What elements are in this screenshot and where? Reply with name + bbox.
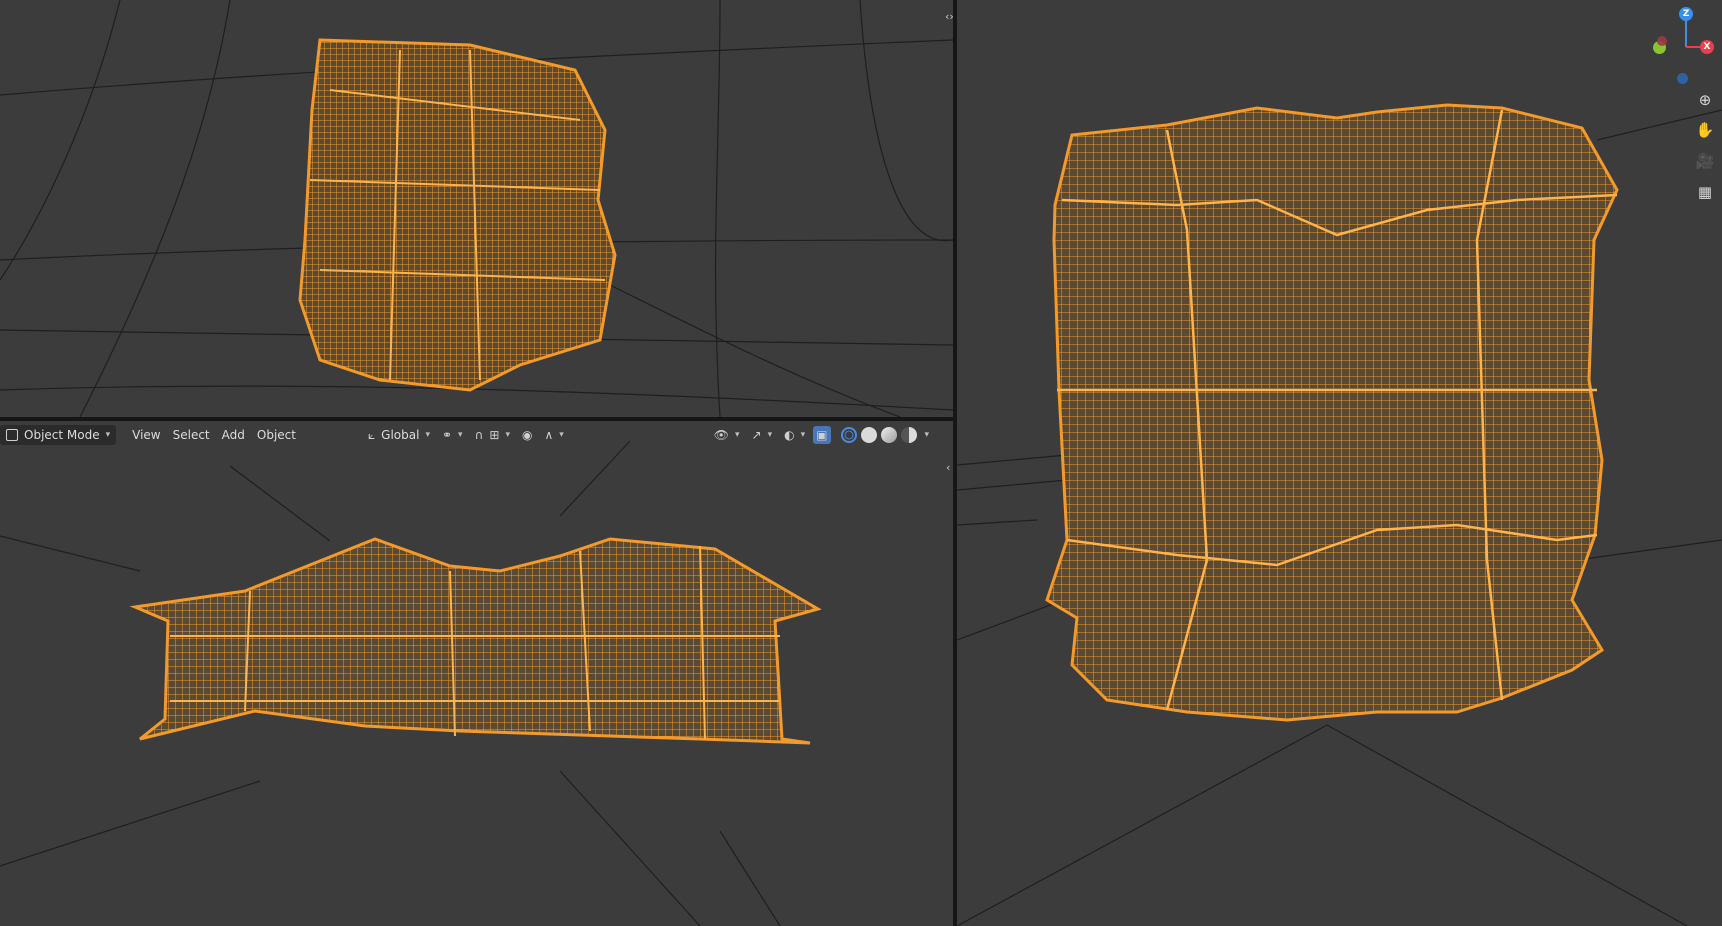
wireframe-object-top — [298, 38, 617, 392]
mode-label: Object Mode — [24, 428, 100, 442]
proportional-edit-icon: ◉ — [521, 428, 533, 442]
eye-visibility-icon: 👁 — [713, 428, 730, 442]
gizmo-axis-neg-x[interactable] — [1657, 36, 1667, 46]
chevron-down-icon: ▾ — [767, 430, 773, 440]
camera-view-icon[interactable]: 🎥 — [1693, 149, 1717, 173]
viewport-bottom-left[interactable]: Object Mode ▾ View Select Add Object ⟀ G… — [0, 421, 953, 926]
viewport-bottom-left-scene — [0, 440, 822, 926]
viewport-top-left[interactable]: ‹› — [0, 0, 953, 417]
object-mode-icon — [6, 429, 18, 441]
orientation-label: Global — [381, 428, 420, 442]
visibility-dropdown[interactable]: 👁 ▾ — [708, 425, 746, 445]
transform-orientation-dropdown[interactable]: ⟀ Global ▾ — [362, 425, 436, 445]
chevron-down-icon: ▾ — [735, 430, 740, 440]
chevron-down-icon: ▾ — [458, 430, 463, 440]
perspective-grid-icon[interactable]: ▦ — [1693, 180, 1717, 204]
overlay-icon: ◐ — [784, 428, 795, 442]
wireframe-object-bottom — [129, 537, 822, 745]
area-collapse-icon[interactable]: ‹› — [945, 10, 953, 23]
pivot-point-dropdown[interactable]: ⚭ ▾ — [436, 425, 469, 445]
viewport-top-left-scene — [0, 0, 953, 417]
snap-increment-icon: ⊞ — [489, 428, 500, 442]
viewport-header: Object Mode ▾ View Select Add Object ⟀ G… — [0, 421, 953, 449]
mode-selector[interactable]: Object Mode ▾ — [0, 425, 117, 445]
gizmo-toggle-icon: ↗ — [751, 428, 762, 442]
menu-object[interactable]: Object — [251, 425, 302, 445]
shading-modes: ▾ — [839, 427, 930, 443]
wireframe-object-right — [1045, 103, 1619, 722]
orientation-axes-icon: ⟀ — [367, 427, 376, 442]
gizmo-axis-neg-z[interactable] — [1677, 73, 1688, 84]
shading-rendered-button[interactable] — [900, 427, 917, 443]
chevron-down-icon: ▾ — [105, 430, 111, 440]
falloff-curve-icon: ∧ — [544, 428, 554, 442]
shading-wireframe-button[interactable] — [840, 427, 857, 443]
shading-material-button[interactable] — [880, 427, 897, 443]
menu-select[interactable]: Select — [167, 425, 216, 445]
xray-toggle[interactable]: ▣ — [811, 425, 832, 445]
snap-toggle[interactable]: ∩ ⊞ ▾ — [469, 425, 516, 445]
sidebar-expand-icon[interactable]: ‹ — [946, 461, 950, 474]
blender-window: ‹› Object Mode ▾ View Select Add Object … — [0, 0, 1722, 926]
chevron-down-icon: ▾ — [425, 430, 430, 440]
gizmo-axis-z[interactable]: Z — [1679, 7, 1693, 21]
gizmo-axis-x[interactable]: X — [1700, 40, 1714, 54]
zoom-icon[interactable]: ⊕ — [1693, 88, 1717, 112]
chevron-down-icon[interactable]: ▾ — [925, 430, 930, 440]
viewport-right-scene — [957, 103, 1722, 926]
pivot-link-icon: ⚭ — [441, 428, 453, 442]
menu-add[interactable]: Add — [216, 425, 251, 445]
gizmo-toggle[interactable]: ↗ ▾ — [746, 425, 779, 445]
proportional-falloff-dropdown[interactable]: ∧ ▾ — [538, 425, 569, 445]
shading-solid-button[interactable] — [860, 427, 877, 443]
viewport-right[interactable]: Z X ⊕ ✋ 🎥 ▦ — [957, 0, 1722, 926]
snap-magnet-icon: ∩ — [474, 428, 484, 442]
proportional-edit-toggle[interactable]: ◉ — [516, 425, 538, 445]
menu-view[interactable]: View — [126, 425, 166, 445]
chevron-down-icon: ▾ — [800, 430, 806, 440]
xray-toggle-icon: ▣ — [813, 426, 831, 444]
chevron-down-icon: ▾ — [559, 430, 564, 440]
chevron-down-icon: ▾ — [505, 430, 510, 440]
overlay-toggle[interactable]: ◐ ▾ — [778, 425, 811, 445]
hand-pan-icon[interactable]: ✋ — [1693, 118, 1717, 142]
